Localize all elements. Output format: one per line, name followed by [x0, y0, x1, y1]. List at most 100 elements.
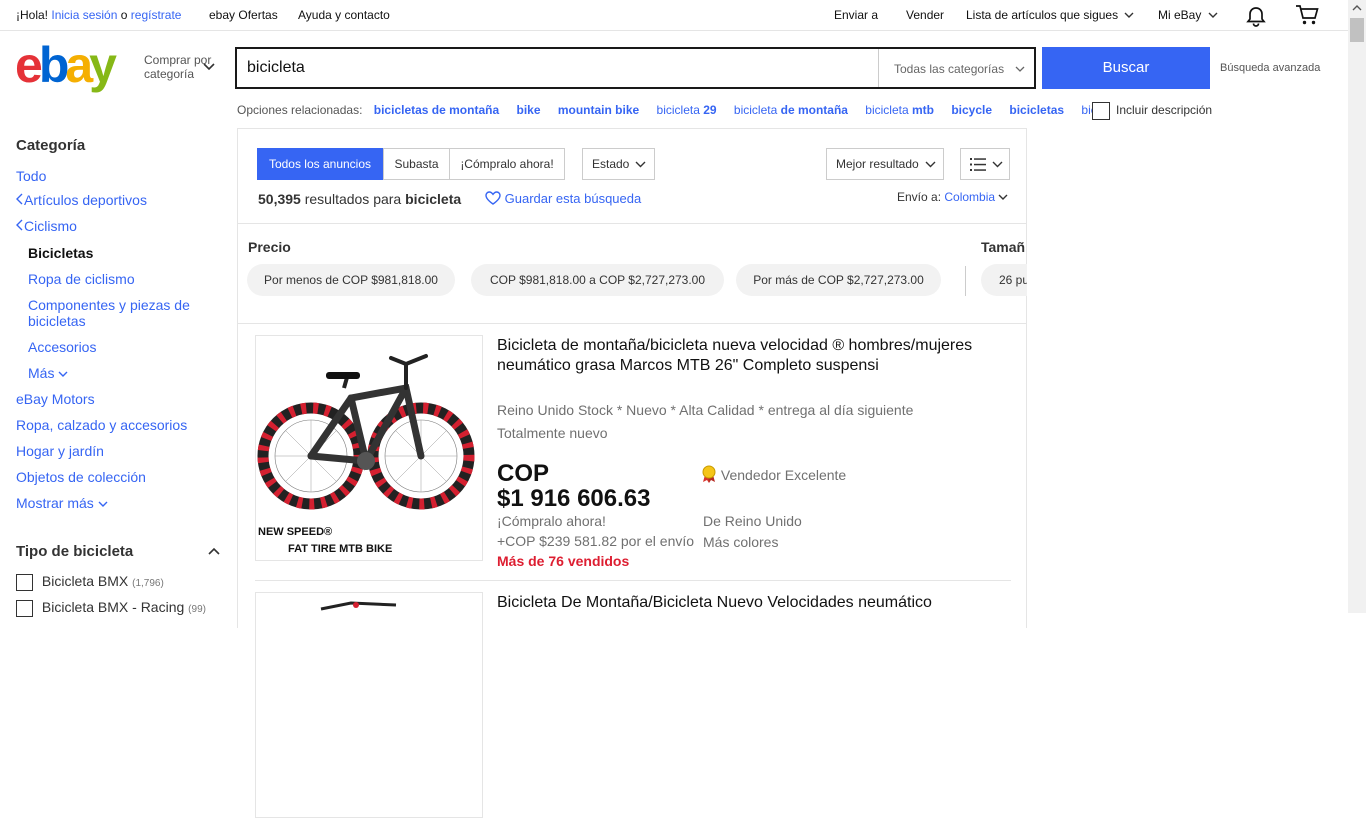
sidebar-item-cycling[interactable]: Ciclismo: [16, 218, 77, 234]
sidebar-item-accessories[interactable]: Accesorios: [28, 339, 96, 355]
sidebar-item-cycling-clothing[interactable]: Ropa de ciclismo: [28, 271, 135, 287]
price-filter-pill[interactable]: Por más de COP $2,727,273.00: [736, 264, 941, 296]
view-toggle[interactable]: [960, 148, 1010, 180]
divider: [965, 266, 966, 296]
tab-auction[interactable]: Subasta: [383, 148, 450, 180]
item-shipping: +COP $239 581.82 por el envío: [497, 533, 695, 549]
chevron-down-icon: [58, 371, 68, 377]
tab-buy-now[interactable]: ¡Cómpralo ahora!: [450, 148, 565, 180]
item-price: COP $1 916 606.63: [497, 460, 651, 512]
related-item[interactable]: bicycle: [951, 103, 992, 117]
item-image[interactable]: [255, 592, 483, 818]
ship-to[interactable]: Envío a: Colombia: [897, 190, 1008, 204]
sidebar-item-home[interactable]: Hogar y jardín: [16, 443, 104, 459]
item-title[interactable]: Bicicleta De Montaña/Bicicleta Nuevo Vel…: [497, 593, 997, 613]
results-panel: Todos los anuncios Subasta ¡Cómpralo aho…: [237, 128, 1027, 818]
cart-icon[interactable]: [1295, 4, 1319, 26]
chevron-down-icon: [1208, 12, 1218, 18]
top-bar: ¡Hola! Inicia sesión o regístrate ebay O…: [0, 0, 1348, 31]
sidebar-item-sports[interactable]: Artículos deportivos: [16, 192, 147, 208]
scroll-up-icon[interactable]: [1352, 5, 1362, 11]
myebay-link[interactable]: Mi eBay: [1158, 8, 1218, 22]
include-description-checkbox[interactable]: [1092, 102, 1110, 120]
item-condition: Totalmente nuevo: [497, 425, 608, 441]
related-item[interactable]: bicicleta 29: [657, 103, 717, 117]
sidebar-more[interactable]: Más: [28, 365, 68, 381]
related-item[interactable]: bicicletas de montaña: [374, 103, 499, 117]
price-filter-pill[interactable]: Por menos de COP $981,818.00: [247, 264, 455, 296]
tab-all-listings[interactable]: Todos los anuncios: [257, 148, 383, 180]
chevron-left-icon: [16, 219, 23, 231]
sidebar-item-motors[interactable]: eBay Motors: [16, 391, 95, 407]
deals-link[interactable]: ebay Ofertas: [209, 8, 278, 22]
ship-to-link[interactable]: Enviar a: [834, 8, 878, 22]
chevron-down-icon: [1015, 66, 1025, 72]
sort-dropdown[interactable]: Mejor resultado: [826, 148, 944, 180]
bell-icon[interactable]: [1245, 5, 1267, 27]
search-button[interactable]: Buscar: [1042, 47, 1210, 89]
item-sold-count: Más de 76 vendidos: [497, 553, 630, 569]
related-item[interactable]: mountain bike: [558, 103, 639, 117]
price-filter-pill[interactable]: COP $981,818.00 a COP $2,727,273.00: [471, 264, 724, 296]
bike-type-filter[interactable]: Bicicleta BMX (1,796): [16, 573, 216, 591]
related-item[interactable]: bicicleta de montaña: [734, 103, 848, 117]
sidebar-item-collectibles[interactable]: Objetos de colección: [16, 469, 146, 485]
size-heading: Tamañ: [981, 239, 1026, 255]
item-more-colors: Más colores: [703, 534, 779, 550]
search-input[interactable]: [247, 57, 867, 79]
related-item[interactable]: bicicleta mtb: [865, 103, 934, 117]
chevron-up-icon[interactable]: [208, 547, 220, 555]
save-search-link[interactable]: Guardar esta búsqueda: [485, 191, 641, 206]
item-image[interactable]: NEW SPEED® FAT TIRE MTB BIKE: [255, 335, 483, 561]
chevron-left-icon: [16, 193, 23, 205]
checkbox[interactable]: [16, 599, 33, 617]
chevron-down-icon: [635, 161, 646, 168]
scrollbar[interactable]: [1348, 0, 1366, 613]
sidebar-show-more[interactable]: Mostrar más: [16, 495, 108, 511]
category-heading: Categoría: [16, 137, 86, 154]
search-box: Todas las categorías: [235, 47, 1036, 89]
signin-link[interactable]: Inicia sesión: [51, 8, 117, 22]
sidebar-item-all[interactable]: Todo: [16, 168, 46, 184]
sidebar-item-clothing[interactable]: Ropa, calzado y accesorios: [16, 417, 187, 433]
result-count: 50,395 resultados para bicicleta: [258, 191, 462, 207]
svg-text:NEW SPEED®: NEW SPEED®: [258, 526, 332, 538]
item-title[interactable]: Bicicleta de montaña/bicicleta nueva vel…: [497, 336, 997, 376]
size-filter-pill[interactable]: 26 pu: [981, 264, 1027, 296]
chevron-down-icon: [992, 161, 1003, 168]
divider: [238, 323, 1026, 324]
sell-link[interactable]: Vender: [906, 8, 944, 22]
chevron-down-icon[interactable]: [203, 63, 215, 71]
svg-text:FAT TIRE MTB BIKE: FAT TIRE MTB BIKE: [288, 543, 392, 555]
item-buy-format: ¡Cómpralo ahora!: [497, 513, 606, 529]
ebay-logo[interactable]: ebay: [15, 42, 135, 94]
related-item[interactable]: bike: [516, 103, 540, 117]
help-link[interactable]: Ayuda y contacto: [298, 8, 390, 22]
item-subtitle: Reino Unido Stock * Nuevo * Alta Calidad…: [497, 402, 914, 418]
heart-icon: [485, 191, 501, 205]
top-rated-seller-icon: [702, 465, 716, 483]
chevron-down-icon: [925, 161, 936, 168]
bike-type-filter[interactable]: Bicicleta BMX - Racing (99): [16, 599, 216, 617]
chevron-down-icon: [998, 194, 1008, 200]
sidebar-item-bicycles: Bicicletas: [28, 245, 94, 261]
category-select[interactable]: Todas las categorías: [878, 49, 1036, 87]
price-heading: Precio: [248, 239, 291, 255]
divider: [255, 580, 1011, 581]
bicycle-image: [320, 601, 397, 611]
chevron-down-icon: [98, 501, 108, 507]
checkbox[interactable]: [16, 573, 33, 591]
list-view-icon: [970, 158, 986, 171]
register-link[interactable]: regístrate: [131, 8, 182, 22]
status-dropdown[interactable]: Estado: [582, 148, 655, 180]
shop-by-category[interactable]: Comprar por categoría: [144, 53, 211, 81]
scrollbar-thumb[interactable]: [1350, 18, 1364, 42]
bicycle-image: NEW SPEED® FAT TIRE MTB BIKE: [257, 354, 475, 555]
advanced-search-link[interactable]: Búsqueda avanzada: [1220, 62, 1320, 74]
sidebar-item-components[interactable]: Componentes y piezas de bicicletas: [28, 297, 208, 329]
include-description-label: Incluir descripción: [1116, 103, 1213, 117]
greeting: ¡Hola! Inicia sesión o regístrate: [16, 8, 182, 22]
related-item[interactable]: bicicletas: [1009, 103, 1064, 117]
top-rated-seller: Vendedor Excelente: [701, 465, 846, 483]
watchlist-link[interactable]: Lista de artículos que sigues: [966, 8, 1134, 22]
